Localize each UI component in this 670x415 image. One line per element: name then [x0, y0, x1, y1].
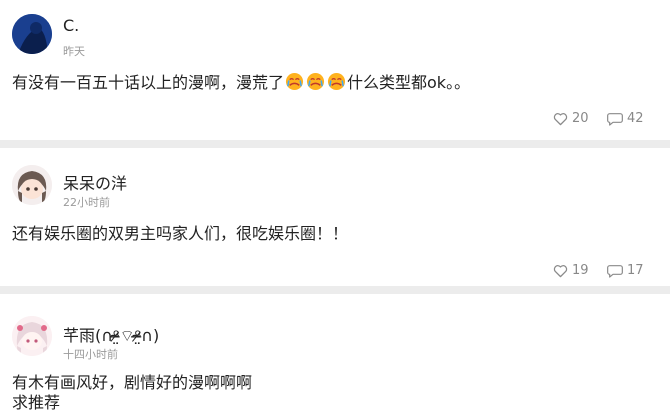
post-content-text: 什么类型都ok。。	[347, 73, 471, 92]
username[interactable]: 呆呆の洋	[63, 170, 127, 194]
username[interactable]: 芊雨(∩ᵒ̴̶̷̤⌔ᵒ̴̶̷̤∩)	[63, 322, 159, 346]
comment-count: 42	[627, 111, 644, 126]
post-content-line: 有木有画风好，剧情好的漫啊啊啊	[12, 373, 253, 392]
username[interactable]: C.	[63, 16, 79, 35]
crying-face-emoji	[326, 72, 347, 92]
crying-face-emoji	[305, 72, 326, 92]
speech-bubble-icon	[607, 112, 623, 126]
post-content-text: 有没有一百五十话以上的漫啊，漫荒了	[12, 73, 285, 92]
avatar-image	[12, 316, 52, 356]
comment-button[interactable]: 17	[607, 263, 644, 278]
post-time: 昨天	[63, 45, 85, 58]
comment-button[interactable]: 42	[607, 111, 644, 126]
avatar[interactable]	[12, 14, 52, 54]
like-button[interactable]: 20	[553, 111, 589, 126]
like-count: 19	[572, 263, 589, 278]
crying-face-emoji	[284, 72, 305, 92]
post-content-line: 求推荐	[12, 393, 61, 412]
post-item[interactable]: 芊雨(∩ᵒ̴̶̷̤⌔ᵒ̴̶̷̤∩) 十四小时前 有木有画风好，剧情好的漫啊啊啊 …	[0, 294, 670, 415]
post-item[interactable]: C. 昨天 有没有一百五十话以上的漫啊，漫荒了 什么类型都ok。。 20 42	[0, 0, 670, 140]
post-content[interactable]: 还有娱乐圈的双男主吗家人们，很吃娱乐圈！！	[12, 224, 348, 244]
like-count: 20	[572, 111, 589, 126]
comment-count: 17	[627, 263, 644, 278]
avatar[interactable]	[12, 165, 52, 205]
post-item[interactable]: 呆呆の洋 22小时前 还有娱乐圈的双男主吗家人们，很吃娱乐圈！！ 19 17	[0, 148, 670, 286]
post-content[interactable]: 有木有画风好，剧情好的漫啊啊啊 求推荐	[12, 373, 252, 413]
avatar-image	[12, 165, 52, 205]
speech-bubble-icon	[607, 264, 623, 278]
post-content[interactable]: 有没有一百五十话以上的漫啊，漫荒了 什么类型都ok。。	[12, 72, 470, 93]
post-time: 十四小时前	[63, 348, 118, 361]
post-time: 22小时前	[63, 196, 110, 209]
avatar[interactable]	[12, 316, 52, 356]
like-button[interactable]: 19	[553, 263, 589, 278]
heart-outline-icon	[553, 112, 568, 125]
heart-outline-icon	[553, 264, 568, 277]
avatar-image	[12, 14, 52, 54]
